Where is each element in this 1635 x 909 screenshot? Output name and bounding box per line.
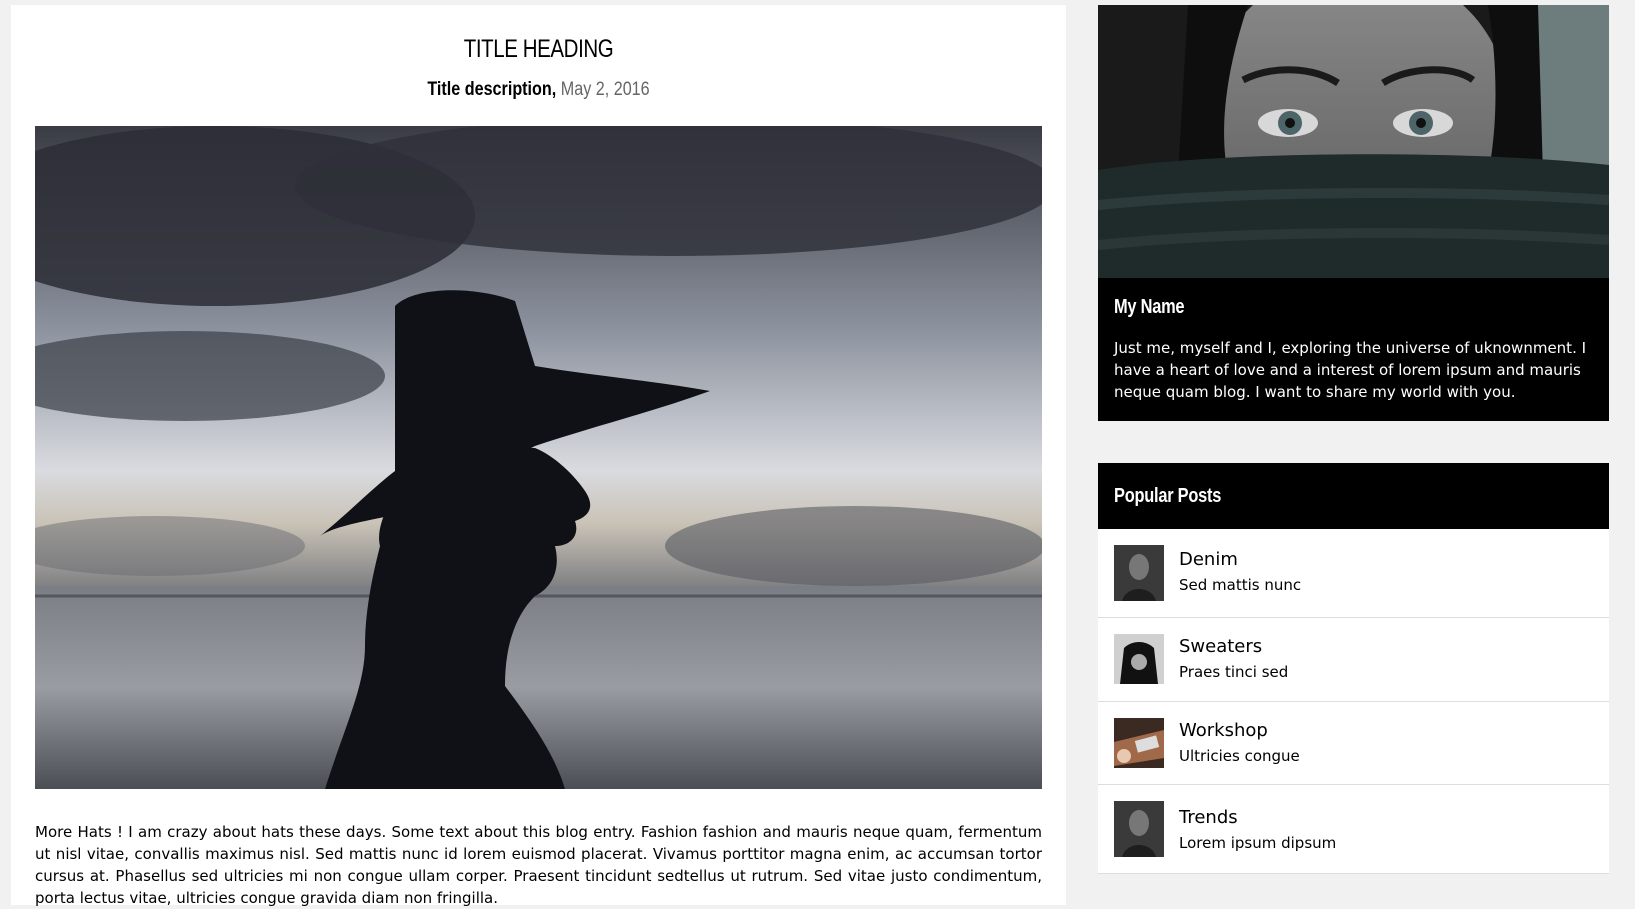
profile-bio: Just me, myself and I, exploring the uni… — [1114, 339, 1587, 401]
post-description: Title description, — [427, 79, 557, 100]
popular-posts-card: Popular Posts Denim Sed mattis nunc Swea… — [1098, 463, 1609, 874]
popular-post-title[interactable]: Sweaters — [1179, 636, 1288, 657]
profile-photo — [1098, 5, 1609, 278]
popular-posts-header: Popular Posts — [1098, 463, 1609, 529]
post-thumbnail — [1114, 718, 1164, 774]
popular-post-title[interactable]: Trends — [1179, 807, 1336, 828]
sidebar: My Name Just me, myself and I, exploring… — [1098, 5, 1609, 874]
popular-post-item[interactable]: Workshop Ultricies congue — [1098, 702, 1609, 785]
post-thumbnail — [1114, 634, 1164, 690]
blog-post-card: TITLE HEADING Title description, May 2, … — [11, 5, 1066, 907]
post-title: TITLE HEADING — [463, 35, 614, 63]
popular-post-item[interactable]: Trends Lorem ipsum dipsum — [1098, 785, 1609, 874]
post-thumbnail — [1114, 801, 1164, 857]
popular-posts-title: Popular Posts — [1114, 485, 1222, 507]
popular-post-subtitle: Sed mattis nunc — [1179, 576, 1302, 594]
profile-details: My Name Just me, myself and I, exploring… — [1098, 278, 1609, 421]
post-body: More Hats ! I am crazy about hats these … — [35, 823, 1042, 907]
popular-post-title[interactable]: Denim — [1179, 549, 1301, 570]
post-hero-image — [35, 126, 1042, 789]
post-subtitle: Title description, May 2, 2016 — [90, 79, 987, 101]
popular-post-item[interactable]: Denim Sed mattis nunc — [1098, 529, 1609, 618]
popular-post-item[interactable]: Sweaters Praes tinci sed — [1098, 618, 1609, 702]
popular-post-subtitle: Lorem ipsum dipsum — [1179, 834, 1337, 852]
profile-card: My Name Just me, myself and I, exploring… — [1098, 5, 1609, 421]
post-thumbnail — [1114, 545, 1164, 601]
popular-post-subtitle: Praes tinci sed — [1179, 663, 1289, 681]
popular-post-title[interactable]: Workshop — [1179, 720, 1300, 741]
popular-post-subtitle: Ultricies congue — [1179, 747, 1300, 765]
post-date: May 2, 2016 — [560, 79, 650, 100]
profile-name: My Name — [1114, 296, 1185, 318]
